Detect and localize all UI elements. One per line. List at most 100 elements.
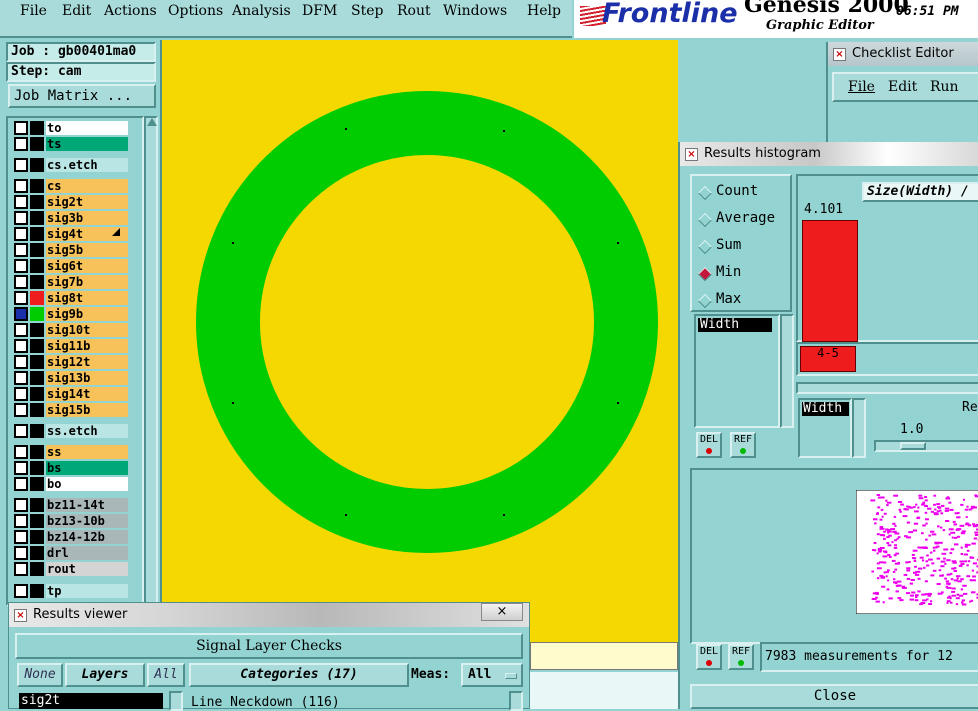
layer-checkbox[interactable] bbox=[14, 387, 28, 401]
layer-color-swatch[interactable] bbox=[30, 477, 44, 491]
scale-slider[interactable] bbox=[874, 440, 978, 452]
ref-button-bottom[interactable]: REF bbox=[728, 644, 754, 670]
layer-name[interactable]: sig14t bbox=[46, 387, 128, 401]
layer-name[interactable]: ts bbox=[46, 137, 128, 151]
menu-rout[interactable]: Rout bbox=[397, 3, 431, 19]
categories-button[interactable]: Categories (17) bbox=[189, 663, 409, 687]
layer-color-swatch[interactable] bbox=[30, 323, 44, 337]
layer-color-swatch[interactable] bbox=[30, 339, 44, 353]
layer-checkbox[interactable] bbox=[14, 291, 28, 305]
layer-color-swatch[interactable] bbox=[30, 243, 44, 257]
close-button[interactable]: Close bbox=[690, 684, 978, 709]
layer-checkbox[interactable] bbox=[14, 121, 28, 135]
layer-checkbox[interactable] bbox=[14, 158, 28, 172]
field-list-item[interactable]: Width bbox=[698, 318, 772, 332]
menu-windows[interactable]: Windows bbox=[443, 3, 507, 19]
layer-name[interactable]: cs bbox=[46, 179, 128, 193]
field-list-scrollbar[interactable] bbox=[780, 314, 794, 428]
layer-name[interactable]: bz13-10b bbox=[46, 514, 128, 528]
layer-checkbox[interactable] bbox=[14, 227, 28, 241]
option-max-label[interactable]: Max bbox=[716, 291, 741, 307]
layer-checkbox[interactable] bbox=[14, 275, 28, 289]
layer-name[interactable]: sig3b bbox=[46, 211, 128, 225]
layer-name[interactable]: drl bbox=[46, 546, 128, 560]
layer-checkbox[interactable] bbox=[14, 514, 28, 528]
menu-analysis[interactable]: Analysis bbox=[232, 3, 291, 19]
layer-color-swatch[interactable] bbox=[30, 546, 44, 560]
layer-checkbox[interactable] bbox=[14, 461, 28, 475]
checklist-titlebar[interactable]: × Checklist Editor bbox=[828, 42, 978, 66]
option-sum-label[interactable]: Sum bbox=[716, 237, 741, 253]
layer-color-swatch[interactable] bbox=[30, 562, 44, 576]
checklist-close-icon[interactable]: × bbox=[833, 48, 846, 61]
layer-checkbox[interactable] bbox=[14, 546, 28, 560]
histogram-hscroll[interactable] bbox=[796, 382, 978, 394]
checklist-menu-file[interactable]: File bbox=[848, 79, 875, 95]
layer-checkbox[interactable] bbox=[14, 307, 28, 321]
layer-checkbox[interactable] bbox=[14, 137, 28, 151]
layer-name[interactable]: sig7b bbox=[46, 275, 128, 289]
layer-name[interactable]: bz11-14t bbox=[46, 498, 128, 512]
layer-name[interactable]: ss.etch bbox=[46, 424, 128, 438]
layer-name[interactable]: sig12t bbox=[46, 355, 128, 369]
option-min-label[interactable]: Min bbox=[716, 264, 741, 280]
layer-name[interactable]: sig9b bbox=[46, 307, 128, 321]
layer-name[interactable]: sig5b bbox=[46, 243, 128, 257]
layer-checkbox[interactable] bbox=[14, 584, 28, 598]
graphic-canvas[interactable] bbox=[162, 40, 678, 665]
layer-checkbox[interactable] bbox=[14, 424, 28, 438]
layer-checkbox[interactable] bbox=[14, 371, 28, 385]
layer-name[interactable]: to bbox=[46, 121, 128, 135]
checklist-menu-run[interactable]: Run bbox=[930, 79, 959, 95]
layer-scrollbar[interactable] bbox=[144, 116, 158, 606]
layer-checkbox[interactable] bbox=[14, 355, 28, 369]
layer-color-swatch[interactable] bbox=[30, 445, 44, 459]
layer-color-swatch[interactable] bbox=[30, 461, 44, 475]
scroll-up-arrow-icon[interactable] bbox=[147, 118, 157, 126]
layer-color-swatch[interactable] bbox=[30, 211, 44, 225]
command-strip[interactable] bbox=[530, 642, 678, 670]
layer-name[interactable]: sig10t bbox=[46, 323, 128, 337]
layer-color-swatch[interactable] bbox=[30, 514, 44, 528]
menu-options[interactable]: Options bbox=[168, 3, 223, 19]
axis-list-item[interactable]: Width bbox=[802, 402, 849, 416]
layer-name[interactable]: ss bbox=[46, 445, 128, 459]
layer-color-swatch[interactable] bbox=[30, 137, 44, 151]
layer-name[interactable]: sig2t bbox=[46, 195, 128, 209]
layer-checkbox[interactable] bbox=[14, 562, 28, 576]
axis-list-scrollbar[interactable] bbox=[852, 398, 866, 458]
layer-color-swatch[interactable] bbox=[30, 403, 44, 417]
scale-slider-thumb[interactable] bbox=[900, 442, 926, 450]
layer-list-scrollbar[interactable] bbox=[169, 691, 183, 711]
layer-checkbox[interactable] bbox=[14, 179, 28, 193]
layer-color-swatch[interactable] bbox=[30, 387, 44, 401]
menu-edit[interactable]: Edit bbox=[62, 3, 91, 19]
none-button[interactable]: None bbox=[17, 663, 63, 687]
layer-name[interactable]: sig13b bbox=[46, 371, 128, 385]
layer-checkbox[interactable] bbox=[14, 498, 28, 512]
layer-checkbox[interactable] bbox=[14, 445, 28, 459]
layer-color-swatch[interactable] bbox=[30, 195, 44, 209]
layer-color-swatch[interactable] bbox=[30, 275, 44, 289]
category-list-scrollbar[interactable] bbox=[509, 691, 523, 711]
layer-name[interactable]: sig6t bbox=[46, 259, 128, 273]
viewer-close-icon[interactable]: × bbox=[14, 609, 27, 622]
layer-name[interactable]: bs bbox=[46, 461, 128, 475]
layer-selected-item[interactable]: sig2t bbox=[19, 693, 163, 709]
layer-color-swatch[interactable] bbox=[30, 227, 44, 241]
layer-color-swatch[interactable] bbox=[30, 371, 44, 385]
menu-dfm[interactable]: DFM bbox=[302, 3, 337, 19]
layer-checkbox[interactable] bbox=[14, 403, 28, 417]
layer-name[interactable]: bz14-12b bbox=[46, 530, 128, 544]
layer-color-swatch[interactable] bbox=[30, 530, 44, 544]
layer-color-swatch[interactable] bbox=[30, 584, 44, 598]
meas-select[interactable]: All bbox=[461, 663, 523, 687]
layer-checkbox[interactable] bbox=[14, 323, 28, 337]
menu-help[interactable]: Help bbox=[527, 3, 561, 19]
histogram-bar[interactable] bbox=[802, 220, 858, 342]
del-button-bottom[interactable]: DEL bbox=[696, 644, 722, 670]
histogram-titlebar[interactable]: × Results histogram bbox=[680, 142, 978, 166]
layer-color-swatch[interactable] bbox=[30, 355, 44, 369]
viewer-titlebar[interactable]: × Results viewer × bbox=[9, 603, 529, 627]
layer-checkbox[interactable] bbox=[14, 339, 28, 353]
